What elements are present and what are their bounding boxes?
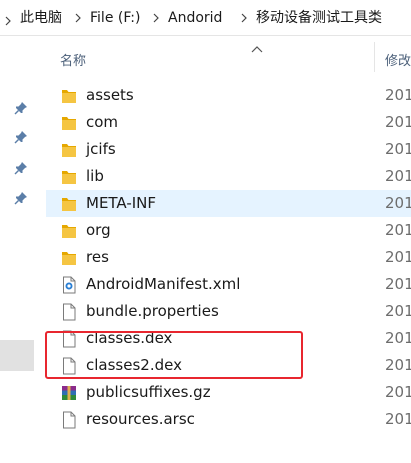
file-name: resources.arsc bbox=[86, 410, 195, 428]
address-bar[interactable]: 此电脑 File (F:) Andorid 移动设备测试工具类 bbox=[0, 0, 411, 36]
file-icon bbox=[61, 303, 77, 321]
file-name: bundle.properties bbox=[86, 302, 219, 320]
file-name: lib bbox=[86, 167, 104, 185]
column-divider[interactable] bbox=[374, 42, 375, 72]
file-date-modified: 201 bbox=[385, 356, 411, 374]
column-header-name[interactable]: 名称 bbox=[60, 50, 86, 69]
navigation-pane bbox=[0, 36, 44, 463]
file-date-modified: 201 bbox=[385, 383, 411, 401]
breadcrumb-item-current-folder[interactable]: 移动设备测试工具类 bbox=[256, 9, 382, 27]
chevron-right-icon[interactable] bbox=[238, 12, 250, 24]
pin-icon[interactable] bbox=[14, 190, 28, 205]
folder-icon bbox=[61, 168, 77, 186]
file-date-modified: 201 bbox=[385, 329, 411, 347]
file-date-modified: 201 bbox=[385, 86, 411, 104]
breadcrumb-item-drive[interactable]: File (F:) bbox=[90, 9, 140, 27]
highlight-annotation-box bbox=[45, 331, 303, 379]
pin-icon[interactable] bbox=[14, 100, 28, 115]
file-date-modified: 201 bbox=[385, 167, 411, 185]
file-date-modified: 201 bbox=[385, 248, 411, 266]
file-name: publicsuffixes.gz bbox=[86, 383, 211, 401]
file-row[interactable]: com 201 bbox=[46, 109, 411, 136]
file-row[interactable]: jcifs 201 bbox=[46, 136, 411, 163]
folder-icon bbox=[61, 114, 77, 132]
breadcrumb-item-andorid[interactable]: Andorid bbox=[168, 9, 222, 27]
folder-icon bbox=[61, 222, 77, 240]
file-date-modified: 201 bbox=[385, 275, 411, 293]
chevron-right-icon[interactable] bbox=[150, 12, 162, 24]
folder-icon bbox=[61, 195, 77, 213]
pin-icon[interactable] bbox=[14, 160, 28, 175]
breadcrumb-item-this-pc[interactable]: 此电脑 bbox=[20, 9, 62, 27]
file-date-modified: 201 bbox=[385, 302, 411, 320]
column-header: 名称 修改 bbox=[44, 36, 411, 76]
xml-file-icon bbox=[61, 276, 77, 294]
file-row[interactable]: META-INF 201 bbox=[46, 190, 411, 217]
file-name: jcifs bbox=[86, 140, 116, 158]
file-name: assets bbox=[86, 86, 134, 104]
column-header-date-modified[interactable]: 修改 bbox=[385, 50, 411, 69]
file-date-modified: 201 bbox=[385, 140, 411, 158]
file-row[interactable]: assets 201 bbox=[46, 82, 411, 109]
folder-icon bbox=[61, 87, 77, 105]
file-icon bbox=[61, 411, 77, 429]
file-name: com bbox=[86, 113, 119, 131]
file-row[interactable]: bundle.properties 201 bbox=[46, 298, 411, 325]
file-row[interactable]: resources.arsc 201 bbox=[46, 406, 411, 433]
file-row[interactable]: AndroidManifest.xml 201 bbox=[46, 271, 411, 298]
file-date-modified: 201 bbox=[385, 194, 411, 212]
file-name: META-INF bbox=[86, 194, 157, 212]
file-date-modified: 201 bbox=[385, 113, 411, 131]
folder-icon bbox=[61, 141, 77, 159]
archive-icon bbox=[61, 384, 77, 402]
chevron-right-icon[interactable] bbox=[2, 12, 14, 26]
sort-ascending-icon bbox=[250, 39, 264, 53]
file-date-modified: 201 bbox=[385, 221, 411, 239]
file-row[interactable]: org 201 bbox=[46, 217, 411, 244]
file-name: AndroidManifest.xml bbox=[86, 275, 241, 293]
file-row[interactable]: publicsuffixes.gz 201 bbox=[46, 379, 411, 406]
folder-icon bbox=[61, 249, 77, 267]
file-row[interactable]: res 201 bbox=[46, 244, 411, 271]
file-name: org bbox=[86, 221, 111, 239]
file-name: res bbox=[86, 248, 109, 266]
file-date-modified: 201 bbox=[385, 410, 411, 428]
file-row[interactable]: lib 201 bbox=[46, 163, 411, 190]
chevron-right-icon[interactable] bbox=[72, 12, 84, 24]
nav-selected-item[interactable] bbox=[0, 340, 34, 371]
pin-icon[interactable] bbox=[14, 129, 28, 144]
